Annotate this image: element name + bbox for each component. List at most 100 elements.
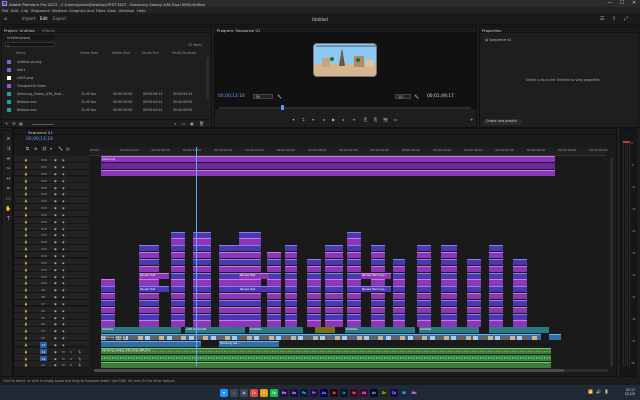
clip[interactable] bbox=[513, 293, 527, 300]
extract-icon[interactable]: ⎘ bbox=[373, 117, 378, 122]
sync-lock-icon[interactable]: ▣ bbox=[54, 309, 57, 313]
list-item[interactable]: LOGO.png bbox=[3, 74, 205, 81]
fullscreen-icon[interactable]: ⤢ bbox=[624, 16, 628, 22]
track-header-a1[interactable]: 🔒 A1 ▣ M S 🎙 bbox=[14, 347, 89, 355]
zoom-slider[interactable] bbox=[32, 123, 54, 125]
new-bin-icon[interactable]: ▭ bbox=[182, 121, 186, 126]
clip[interactable] bbox=[219, 279, 239, 286]
clip[interactable] bbox=[285, 245, 297, 252]
clip[interactable] bbox=[171, 313, 185, 320]
track-lock-icon[interactable]: 🔒 bbox=[24, 288, 28, 292]
clip[interactable] bbox=[325, 313, 343, 320]
clip[interactable] bbox=[417, 306, 431, 313]
taskbar-app-icon[interactable]: Me bbox=[280, 388, 288, 397]
clip[interactable] bbox=[347, 258, 361, 266]
clip[interactable] bbox=[417, 313, 431, 320]
clip[interactable] bbox=[307, 306, 321, 313]
track-lock-icon[interactable]: 🔒 bbox=[24, 329, 28, 333]
track-header-v1[interactable]: 🔒 V1 ▣ ◉ bbox=[14, 340, 89, 349]
track-header-v7[interactable]: 🔒 V7 ▣ ◉ bbox=[14, 299, 89, 307]
clip[interactable] bbox=[239, 238, 261, 245]
toggle-output-icon[interactable]: ◉ bbox=[62, 240, 65, 244]
track-header-v26[interactable]: 🔒 V26 ▣ ◉ bbox=[14, 169, 89, 177]
new-item-icon[interactable]: ▣ bbox=[190, 121, 194, 126]
clip[interactable]: Samsung Galaxy... bbox=[101, 334, 541, 341]
taskbar-app-icon[interactable]: ⌕ bbox=[230, 388, 238, 397]
track-lock-icon[interactable]: 🔒 bbox=[24, 247, 28, 251]
clip[interactable] bbox=[417, 245, 431, 252]
taskbar-app-icon[interactable]: Sp bbox=[270, 388, 278, 397]
clip[interactable] bbox=[371, 306, 385, 313]
program-tab[interactable]: Program: Sequence 01 bbox=[217, 28, 260, 33]
clip[interactable] bbox=[285, 279, 297, 286]
clip[interactable]: Review Text Logo... bbox=[361, 272, 391, 279]
track-lock-icon[interactable]: 🔒 bbox=[24, 172, 28, 176]
track-select-icon[interactable]: ⇉ bbox=[4, 145, 13, 153]
clip[interactable] bbox=[171, 231, 185, 238]
toggle-output-icon[interactable]: ◉ bbox=[62, 206, 65, 210]
clip[interactable]: Subtitles bbox=[249, 327, 303, 334]
clip[interactable] bbox=[489, 306, 503, 313]
toggle-output-icon[interactable]: ◉ bbox=[62, 179, 65, 183]
clip[interactable] bbox=[139, 258, 159, 266]
clip[interactable] bbox=[101, 293, 115, 300]
toggle-output-icon[interactable]: ◉ bbox=[62, 322, 65, 326]
clip[interactable]: Review Text Logo... bbox=[361, 286, 391, 293]
track-header-v11[interactable]: 🔒 V11 ▣ ◉ bbox=[14, 272, 89, 280]
clip[interactable] bbox=[239, 293, 261, 300]
clip[interactable] bbox=[239, 313, 261, 320]
slip-icon[interactable]: ↔ bbox=[4, 175, 13, 183]
clip[interactable] bbox=[101, 340, 201, 348]
clip[interactable] bbox=[347, 320, 361, 327]
sync-lock-icon[interactable]: ▣ bbox=[54, 165, 57, 169]
battery-icon[interactable]: 🔋 bbox=[604, 389, 609, 394]
track-header-v3[interactable]: 🔒 V3 ▣ ◉ bbox=[14, 327, 89, 334]
clip[interactable] bbox=[347, 238, 361, 245]
trash-icon[interactable]: 🗑 bbox=[199, 121, 204, 126]
clip[interactable] bbox=[219, 258, 239, 266]
mic-icon[interactable]: 🎙 bbox=[78, 363, 82, 367]
sync-lock-icon[interactable]: ▣ bbox=[54, 233, 57, 237]
clip[interactable] bbox=[417, 279, 431, 286]
toggle-output-icon[interactable]: ◉ bbox=[62, 336, 65, 340]
taskbar-app-icon[interactable]: Fi bbox=[260, 388, 268, 397]
clip[interactable] bbox=[101, 306, 115, 313]
clip[interactable] bbox=[441, 313, 457, 320]
toggle-output-icon[interactable]: ◉ bbox=[62, 186, 65, 190]
mic-icon[interactable]: 🎙 bbox=[78, 350, 82, 354]
clip[interactable] bbox=[219, 306, 239, 313]
track-header-v16[interactable]: 🔒 V16 ▣ ◉ bbox=[14, 238, 89, 245]
clip[interactable] bbox=[325, 279, 343, 286]
taskbar-app-icon[interactable]: Bf bbox=[400, 388, 408, 397]
clip[interactable] bbox=[325, 258, 343, 266]
toggle-output-icon[interactable]: M bbox=[62, 350, 65, 354]
add-marker-icon[interactable]: ▾ bbox=[50, 146, 52, 151]
clip[interactable] bbox=[371, 299, 385, 307]
clip[interactable] bbox=[139, 313, 159, 320]
clip[interactable] bbox=[307, 293, 321, 300]
clip[interactable] bbox=[371, 279, 385, 286]
clip[interactable] bbox=[371, 265, 385, 272]
toggle-output-icon[interactable]: ◉ bbox=[62, 329, 65, 333]
taskbar-app-icon[interactable]: Xd bbox=[360, 388, 368, 397]
clip[interactable] bbox=[417, 252, 431, 259]
clip[interactable] bbox=[489, 265, 503, 272]
clip[interactable] bbox=[239, 279, 261, 286]
clip[interactable] bbox=[307, 279, 321, 286]
clip[interactable] bbox=[101, 170, 555, 177]
track-lock-icon[interactable]: 🔒 bbox=[24, 275, 28, 279]
track-header-v2[interactable]: 🔒 V2 ▣ ◉ bbox=[14, 333, 89, 341]
clip[interactable] bbox=[417, 265, 431, 272]
clip[interactable] bbox=[441, 293, 457, 300]
clip[interactable] bbox=[371, 258, 385, 266]
properties-tab[interactable]: Properties bbox=[482, 28, 501, 33]
toggle-output-icon[interactable]: ◉ bbox=[62, 172, 65, 176]
clip[interactable] bbox=[171, 252, 185, 259]
list-item[interactable]: untitled-ok.png bbox=[3, 58, 205, 65]
settings-icon[interactable]: 🔧 bbox=[414, 94, 419, 99]
rectangle-icon[interactable]: ▭ bbox=[4, 195, 13, 203]
toggle-output-icon[interactable]: ◉ bbox=[62, 158, 65, 162]
meter-clip-indicator[interactable] bbox=[623, 141, 630, 143]
list-view-icon[interactable]: ☰ bbox=[12, 121, 16, 126]
track-lock-icon[interactable]: 🔒 bbox=[24, 261, 28, 265]
